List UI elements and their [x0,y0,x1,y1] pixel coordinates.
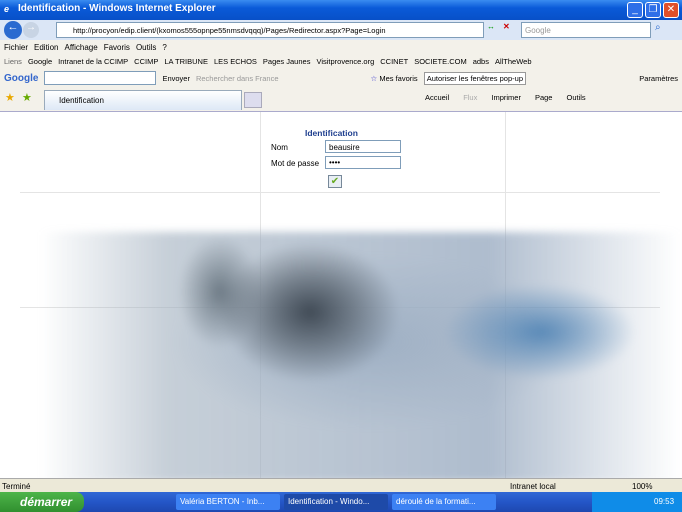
name-label: Nom [271,143,288,152]
google-logo: Google [4,72,39,84]
links-label: Liens [4,57,22,66]
forward-button[interactable]: → [23,22,39,38]
clock: 09:53 [654,497,675,506]
link-intranet[interactable]: Intranet de la CCIMP [58,57,128,66]
stop-button[interactable]: ✕ [503,22,517,38]
title-bar: Identification - Windows Internet Explor… [0,0,682,20]
status-text: Terminé [2,482,31,491]
refresh-button[interactable]: ↔ [487,22,501,38]
page-content: Identification Nom beausire Mot de passe… [0,111,682,478]
link-echos[interactable]: LES ECHOS [214,57,257,66]
link-adbs[interactable]: adbs [473,57,489,66]
settings-button[interactable]: Paramètres [639,74,678,83]
tools-menu-button[interactable]: Outils [566,93,585,102]
link-ccinet[interactable]: CCINET [380,57,408,66]
url-input[interactable]: http://procyon/edip.client/(kxomos555opn… [56,22,484,38]
link-societe[interactable]: SOCIETE.COM [414,57,467,66]
form-title: Identification [305,128,358,138]
maximize-button[interactable]: ❐ [645,2,661,18]
taskbar: démarrer Valéria BERTON - Inb... Identif… [0,492,682,512]
search-france-button[interactable]: Rechercher dans France [196,74,279,83]
menu-edition[interactable]: Edition [34,43,58,52]
feeds-button[interactable]: Flux [463,93,477,102]
start-button[interactable]: démarrer [0,492,84,512]
back-button[interactable]: ← [4,21,22,39]
add-favorite-icon[interactable]: ★ [22,91,32,104]
popup-button[interactable]: Autoriser les fenêtres pop-up [423,71,526,85]
task-ie[interactable]: Identification - Windo... [284,494,388,510]
menu-bar: Fichier Edition Affichage Favoris Outils… [0,40,682,54]
menu-outils[interactable]: Outils [136,43,156,52]
window-title: Identification - Windows Internet Explor… [18,3,216,14]
submit-check-button[interactable]: ✔ [328,175,342,188]
link-visitprovence[interactable]: Visitprovence.org [316,57,374,66]
task-outlook[interactable]: Valéria BERTON - Inb... [176,494,280,510]
zoom-button[interactable]: 100% [632,482,652,491]
send-button[interactable]: Envoyer [162,74,190,83]
minimize-button[interactable]: _ [627,2,643,18]
page-menu-button[interactable]: Page [535,93,553,102]
task-word[interactable]: déroulé de la formati... [392,494,496,510]
favorites-center-icon[interactable]: ★ [5,91,15,104]
link-ccimp[interactable]: CCIMP [134,57,158,66]
new-tab-button[interactable] [244,92,262,108]
ie-logo-icon: e [4,4,10,14]
link-tribune[interactable]: LA TRIBUNE [164,57,208,66]
menu-favoris[interactable]: Favoris [104,43,130,52]
name-input[interactable]: beausire [325,140,401,153]
home-button[interactable]: Accueil [425,93,449,102]
menu-fichier[interactable]: Fichier [4,43,28,52]
search-icon[interactable]: ⌕ [655,22,661,33]
links-bar: Liens Google Intranet de la CCIMP CCIMP … [0,54,682,69]
print-button[interactable]: Imprimer [491,93,521,102]
menu-affichage[interactable]: Affichage [64,43,97,52]
google-search-input[interactable] [44,71,157,85]
status-bar: Terminé Intranet local 100% [0,478,682,492]
link-pages-jaunes[interactable]: Pages Jaunes [263,57,311,66]
search-input[interactable]: Google [521,22,651,38]
background-photo [40,232,680,478]
link-google[interactable]: Google [28,57,52,66]
tab-identification[interactable]: Identification [44,90,242,110]
password-label: Mot de passe [271,159,320,168]
tab-row: ★ ★ Identification Accueil Flux Imprimer… [0,87,682,111]
favorites-button[interactable]: ☆ Mes favoris [371,74,418,83]
star-icon: ☆ [370,73,378,83]
menu-help[interactable]: ? [162,43,166,52]
link-alltheweb[interactable]: AllTheWeb [495,57,532,66]
zone-indicator: Intranet local [510,482,556,491]
close-button[interactable]: ✕ [663,2,679,18]
address-bar-row: ← → http://procyon/edip.client/(kxomos55… [0,20,682,40]
password-input[interactable]: •••• [325,156,401,169]
system-tray: 09:53 [592,492,682,512]
google-toolbar: Google Envoyer Rechercher dans France ☆ … [0,69,682,87]
